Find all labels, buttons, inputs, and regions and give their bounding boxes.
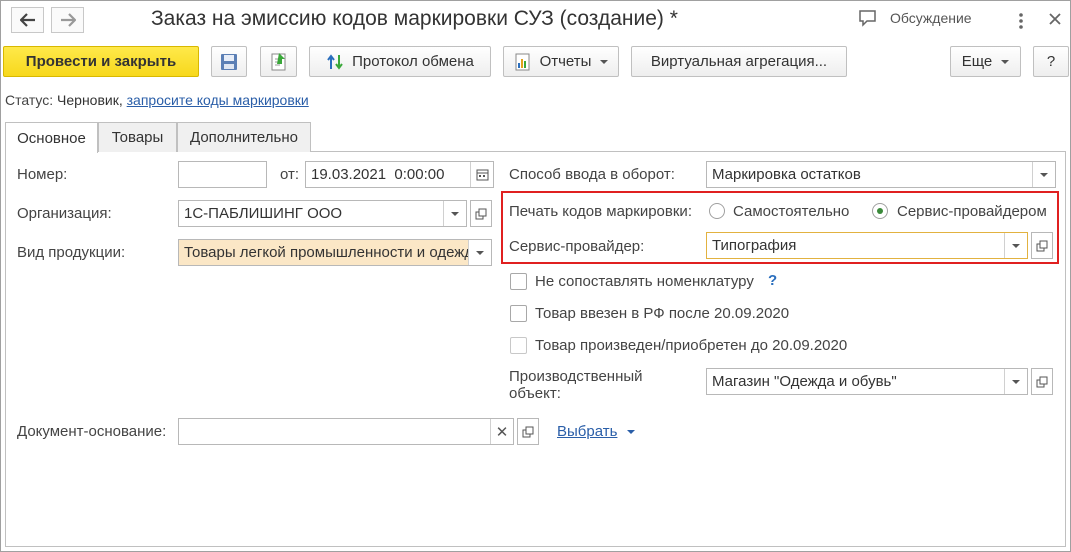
production-object-label-line1: Производственный: [509, 368, 643, 385]
chevron-down-icon: [1001, 59, 1010, 64]
tab-goods[interactable]: Товары: [98, 122, 177, 152]
help-button[interactable]: ?: [1033, 46, 1069, 77]
product-type-field[interactable]: Товары легкой промышленности и одежда: [178, 239, 492, 266]
base-document-label: Документ-основание:: [17, 423, 167, 440]
chevron-down-icon[interactable]: [468, 240, 491, 265]
open-service-provider-icon[interactable]: [1031, 232, 1053, 259]
chevron-down-icon: [600, 59, 609, 64]
help-label: ?: [1046, 53, 1056, 70]
virtual-aggregation-label: Виртуальная агрегация...: [650, 53, 828, 70]
window-title: Заказ на эмиссию кодов маркировки СУЗ (с…: [151, 7, 678, 30]
chevron-down-icon: [626, 430, 635, 435]
clear-icon[interactable]: ✕: [490, 419, 513, 444]
post-document-icon: [271, 52, 285, 70]
production-object-label-line2: объект:: [509, 385, 561, 402]
forward-button[interactable]: [51, 7, 84, 33]
arrow-right-icon: [60, 13, 76, 27]
print-self-label: Самостоятельно: [733, 203, 850, 220]
date-label: от:: [280, 166, 300, 183]
number-field[interactable]: [178, 161, 267, 188]
radio-print-self[interactable]: [709, 203, 725, 219]
exchange-arrows-icon: [326, 53, 344, 71]
discussion-label: Обсуждение: [890, 10, 972, 26]
production-object-field[interactable]: Магазин "Одежда и обувь": [706, 368, 1028, 395]
tab-goods-label: Товары: [111, 129, 164, 146]
production-object-value: Магазин "Одежда и обувь": [712, 373, 897, 390]
imported-label: Товар ввезен в РФ после 20.09.2020: [535, 305, 790, 322]
production-object-label: Производственный объект:: [509, 368, 643, 402]
print-provider-label: Сервис-провайдером: [897, 203, 1047, 220]
select-link-label: Выбрать: [557, 423, 618, 440]
arrow-left-icon: [19, 13, 35, 27]
select-link[interactable]: Выбрать: [557, 423, 635, 440]
open-production-object-icon[interactable]: [1031, 368, 1053, 395]
number-label: Номер:: [17, 166, 68, 183]
tab-main-label: Основное: [17, 129, 86, 147]
open-base-document-icon[interactable]: [517, 418, 539, 445]
organization-field[interactable]: 1С-ПАБЛИШИНГ ООО: [178, 200, 467, 227]
date-value: 19.03.2021 0:00:00: [311, 166, 445, 183]
post-button[interactable]: [260, 46, 297, 77]
product-type-label: Вид продукции:: [17, 244, 126, 261]
calendar-icon[interactable]: [470, 162, 493, 187]
reports-button[interactable]: Отчеты: [503, 46, 619, 77]
service-provider-field[interactable]: Типография: [706, 232, 1028, 259]
status-line: Статус: Черновик, запросите коды маркиро…: [5, 92, 309, 108]
report-icon: [514, 53, 532, 71]
entry-method-field[interactable]: Маркировка остатков: [706, 161, 1056, 188]
status-prefix: Статус:: [5, 92, 54, 108]
date-field[interactable]: 19.03.2021 0:00:00: [305, 161, 494, 188]
more-menu-icon[interactable]: [1018, 12, 1024, 33]
more-button[interactable]: Еще: [950, 46, 1021, 77]
request-codes-link[interactable]: запросите коды маркировки: [127, 92, 309, 108]
service-provider-label: Сервис-провайдер:: [509, 238, 645, 255]
close-icon[interactable]: [1048, 12, 1062, 29]
service-provider-value: Типография: [712, 237, 797, 254]
entry-method-label: Способ ввода в оборот:: [509, 166, 675, 183]
open-organization-icon[interactable]: [470, 200, 492, 227]
exchange-log-label: Протокол обмена: [352, 53, 474, 70]
chevron-down-icon[interactable]: [443, 201, 466, 226]
product-type-value: Товары легкой промышленности и одежда: [184, 244, 468, 261]
print-codes-label: Печать кодов маркировки:: [509, 203, 692, 220]
chat-bubble-icon: [859, 10, 876, 27]
tab-main[interactable]: Основное: [5, 122, 98, 153]
save-button[interactable]: [211, 46, 247, 77]
tab-additional[interactable]: Дополнительно: [177, 122, 311, 152]
chevron-down-icon[interactable]: [1004, 369, 1027, 394]
organization-label: Организация:: [17, 205, 112, 222]
floppy-disk-icon: [221, 53, 237, 70]
back-button[interactable]: [11, 7, 44, 33]
no-match-label: Не сопоставлять номенклатуру: [535, 273, 754, 290]
reports-label: Отчеты: [539, 53, 592, 70]
exchange-log-button[interactable]: Протокол обмена: [309, 46, 491, 77]
no-match-checkbox[interactable]: [510, 273, 527, 290]
radio-print-provider[interactable]: [872, 203, 888, 219]
imported-checkbox[interactable]: [510, 305, 527, 322]
produced-checkbox[interactable]: [510, 337, 527, 354]
virtual-aggregation-button[interactable]: Виртуальная агрегация...: [631, 46, 847, 77]
post-and-close-button[interactable]: Провести и закрыть: [3, 46, 199, 77]
chevron-down-icon[interactable]: [1032, 162, 1055, 187]
base-document-field[interactable]: ✕: [178, 418, 514, 445]
discussion-button[interactable]: Обсуждение: [858, 9, 972, 27]
organization-value: 1С-ПАБЛИШИНГ ООО: [184, 205, 343, 222]
chevron-down-icon[interactable]: [1004, 233, 1027, 258]
document-window: Заказ на эмиссию кодов маркировки СУЗ (с…: [0, 0, 1071, 552]
more-label: Еще: [961, 53, 993, 70]
status-value: Черновик,: [57, 92, 123, 108]
produced-label: Товар произведен/приобретен до 20.09.202…: [535, 337, 848, 354]
help-question-icon[interactable]: ?: [768, 272, 777, 289]
entry-method-value: Маркировка остатков: [712, 166, 861, 183]
post-and-close-label: Провести и закрыть: [25, 53, 177, 70]
tab-additional-label: Дополнительно: [190, 129, 298, 146]
